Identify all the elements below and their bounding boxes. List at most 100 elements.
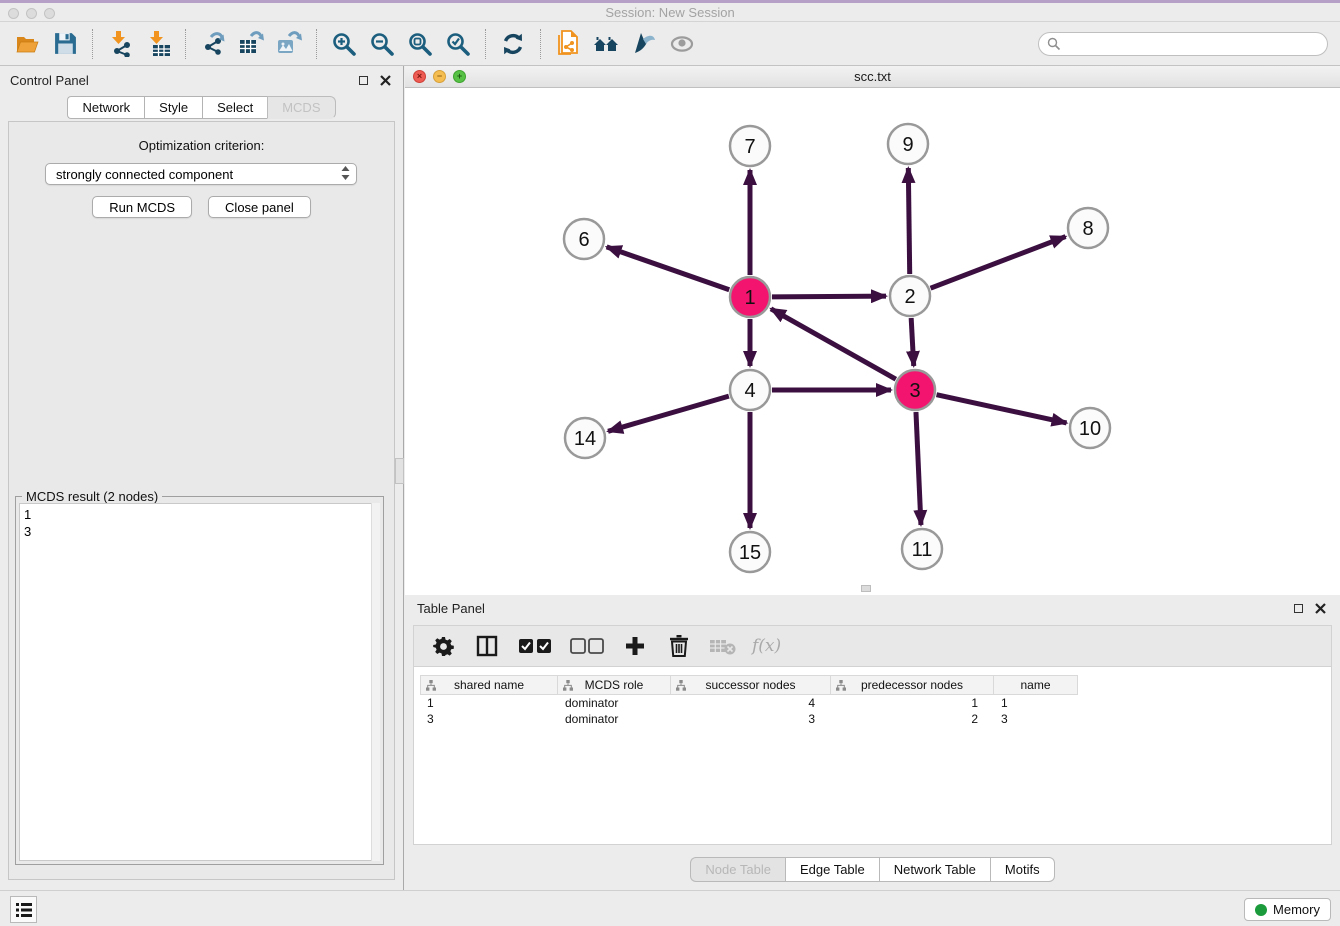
- mcds-result-list[interactable]: 13: [19, 503, 380, 861]
- graph-edge-2-9[interactable]: [908, 168, 909, 274]
- graph-node-9[interactable]: 9: [888, 124, 928, 164]
- close-table-panel-button[interactable]: [1312, 600, 1328, 616]
- zoom-selected-icon[interactable]: [439, 27, 477, 61]
- graph-node-1[interactable]: 1: [730, 277, 770, 317]
- zoom-in-icon[interactable]: [325, 27, 363, 61]
- graph-node-10[interactable]: 10: [1070, 408, 1110, 448]
- close-panel-button-inline[interactable]: Close panel: [208, 196, 311, 218]
- gear-icon[interactable]: [428, 631, 458, 661]
- memory-status-icon: [1255, 904, 1267, 916]
- table-tabs: Node Table Edge Table Network Table Moti…: [405, 857, 1340, 882]
- float-panel-button[interactable]: [355, 72, 371, 88]
- tab-motifs[interactable]: Motifs: [990, 857, 1055, 882]
- graph-node-2[interactable]: 2: [890, 276, 930, 316]
- tab-node-table[interactable]: Node Table: [690, 857, 785, 882]
- graph-edge-1-2[interactable]: [772, 296, 886, 297]
- graph-node-7[interactable]: 7: [730, 126, 770, 166]
- graph-edge-3-10[interactable]: [936, 395, 1066, 423]
- apply-style-icon[interactable]: [625, 27, 663, 61]
- table-cell: 3: [420, 712, 558, 726]
- window-title: Session: New Session: [605, 5, 734, 20]
- refresh-layout-icon[interactable]: [494, 27, 532, 61]
- tab-network[interactable]: Network: [67, 96, 144, 119]
- network-window-titlebar: × − + scc.txt: [405, 66, 1340, 88]
- task-history-button[interactable]: [10, 896, 37, 923]
- float-table-panel-button[interactable]: [1290, 600, 1306, 616]
- save-session-icon[interactable]: [46, 27, 84, 61]
- search-icon: [1047, 37, 1061, 51]
- zoom-fit-icon[interactable]: [401, 27, 439, 61]
- export-network-icon[interactable]: [194, 27, 232, 61]
- graph-edge-1-6[interactable]: [607, 247, 730, 290]
- window-titlebar: Session: New Session: [0, 0, 1340, 22]
- tab-edge-table[interactable]: Edge Table: [785, 857, 879, 882]
- column-header-successor-nodes[interactable]: successor nodes: [671, 675, 831, 695]
- zoom-window-button[interactable]: [44, 8, 55, 19]
- run-mcds-button[interactable]: Run MCDS: [92, 196, 192, 218]
- column-type-icon: [676, 680, 686, 694]
- toolbar-separator: [185, 29, 186, 59]
- show-hide-icon[interactable]: [663, 27, 701, 61]
- graph-node-11[interactable]: 11: [902, 529, 942, 569]
- function-builder-icon: f(x): [752, 636, 781, 656]
- graph-edge-4-14[interactable]: [608, 396, 729, 431]
- home-icon[interactable]: [587, 27, 625, 61]
- close-network-button[interactable]: ×: [413, 70, 426, 83]
- table-row[interactable]: 3dominator323: [420, 711, 1325, 727]
- graph-edge-3-1[interactable]: [771, 309, 896, 379]
- network-canvas[interactable]: 7 9 6 8 1 2 4 3 14 10 15 11: [405, 88, 1340, 595]
- column-header-name[interactable]: name: [994, 675, 1078, 695]
- graph-node-3[interactable]: 3: [895, 370, 935, 410]
- column-header-predecessor-nodes[interactable]: predecessor nodes: [831, 675, 994, 695]
- graph-node-8[interactable]: 8: [1068, 208, 1108, 248]
- close-panel-button[interactable]: [377, 72, 393, 88]
- node-label: 2: [904, 286, 915, 308]
- memory-button[interactable]: Memory: [1244, 898, 1331, 921]
- table-cell: 4: [671, 696, 831, 710]
- export-table-icon[interactable]: [232, 27, 270, 61]
- node-label: 11: [912, 539, 933, 561]
- search-field[interactable]: [1038, 32, 1328, 56]
- graph-node-14[interactable]: 14: [565, 418, 605, 458]
- search-input[interactable]: [1065, 37, 1327, 51]
- select-all-columns-icon[interactable]: [516, 631, 554, 661]
- add-column-icon[interactable]: [620, 631, 650, 661]
- tab-style[interactable]: Style: [144, 96, 202, 119]
- close-window-button[interactable]: [8, 8, 19, 19]
- optimization-criterion-select[interactable]: strongly connected component: [45, 163, 357, 185]
- maximize-network-button[interactable]: +: [453, 70, 466, 83]
- column-header-shared-name[interactable]: shared name: [420, 675, 558, 695]
- graph-edge-3-11[interactable]: [916, 412, 921, 525]
- table-cell: 1: [994, 696, 1078, 710]
- node-label: 9: [902, 134, 913, 156]
- table-row[interactable]: 1dominator411: [420, 695, 1325, 711]
- result-scrollbar[interactable]: [371, 503, 380, 861]
- graph-node-4[interactable]: 4: [730, 370, 770, 410]
- column-header-label: shared name: [454, 678, 524, 692]
- zoom-out-icon[interactable]: [363, 27, 401, 61]
- columns-icon[interactable]: [472, 631, 502, 661]
- import-network-icon[interactable]: [101, 27, 139, 61]
- graph-node-15[interactable]: 15: [730, 532, 770, 572]
- tab-network-table[interactable]: Network Table: [879, 857, 990, 882]
- graph-edge-2-3[interactable]: [911, 318, 914, 366]
- column-type-icon: [563, 680, 573, 694]
- minimize-network-button[interactable]: −: [433, 70, 446, 83]
- chevron-updown-icon: [341, 166, 350, 183]
- import-table-icon[interactable]: [139, 27, 177, 61]
- toolbar-separator: [316, 29, 317, 59]
- minimize-window-button[interactable]: [26, 8, 37, 19]
- column-header-MCDS-role[interactable]: MCDS role: [558, 675, 671, 695]
- tab-mcds[interactable]: MCDS: [267, 96, 335, 119]
- node-label: 8: [1082, 218, 1093, 240]
- tab-select[interactable]: Select: [202, 96, 267, 119]
- open-session-icon[interactable]: [8, 27, 46, 61]
- graph-node-6[interactable]: 6: [564, 219, 604, 259]
- copy-network-icon[interactable]: [549, 27, 587, 61]
- network-splitter-handle[interactable]: [861, 585, 871, 592]
- delete-column-icon[interactable]: [664, 631, 694, 661]
- deselect-all-columns-icon[interactable]: [568, 631, 606, 661]
- graph-edge-2-8[interactable]: [931, 237, 1066, 289]
- panel-splitter-handle[interactable]: [395, 458, 404, 484]
- export-image-icon[interactable]: [270, 27, 308, 61]
